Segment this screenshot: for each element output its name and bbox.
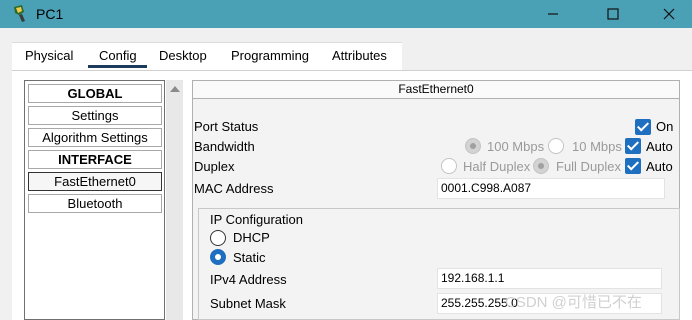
bandwidth-10-radio[interactable]	[548, 138, 564, 154]
static-radio[interactable]	[210, 249, 226, 265]
panel-title: FastEthernet0	[193, 81, 679, 99]
mac-address-label: MAC Address	[194, 181, 274, 196]
duplex-full-radio[interactable]	[533, 158, 549, 174]
sidebar: GLOBAL Settings Algorithm Settings INTER…	[24, 80, 165, 320]
duplex-full-label: Full Duplex	[556, 159, 622, 174]
ipv4-address-label: IPv4 Address	[210, 272, 287, 287]
tab-bar: Physical Config Desktop Programming Attr…	[0, 28, 692, 72]
scroll-up-arrow-icon[interactable]	[170, 86, 180, 92]
packet-tracer-pc-icon	[10, 4, 30, 24]
sidebar-header-interface[interactable]: INTERFACE	[28, 150, 162, 169]
sidebar-item-bluetooth[interactable]: Bluetooth	[28, 194, 162, 213]
dhcp-radio[interactable]	[210, 230, 226, 246]
bandwidth-label: Bandwidth	[194, 139, 255, 154]
tab-programming[interactable]: Programming	[231, 48, 309, 63]
duplex-half-label: Half Duplex	[463, 159, 531, 174]
duplex-label: Duplex	[194, 159, 235, 174]
bandwidth-10-label: 10 Mbps	[572, 139, 622, 154]
port-status-on-checkbox[interactable]	[635, 119, 651, 135]
sidebar-scrollbar[interactable]	[166, 80, 183, 320]
bandwidth-auto-label: Auto	[646, 139, 673, 154]
sidebar-item-settings[interactable]: Settings	[28, 106, 162, 125]
title-bar: PC1	[0, 0, 692, 28]
maximize-button[interactable]	[590, 0, 636, 28]
duplex-auto-label: Auto	[646, 159, 673, 174]
tab-desktop[interactable]: Desktop	[159, 48, 207, 63]
port-status-on-label: On	[656, 119, 674, 134]
bandwidth-100-radio[interactable]	[465, 138, 481, 154]
bandwidth-100-label: 100 Mbps	[487, 139, 545, 154]
ip-configuration-label: IP Configuration	[210, 212, 303, 227]
sidebar-item-algorithm-settings[interactable]: Algorithm Settings	[28, 128, 162, 147]
tab-physical[interactable]: Physical	[25, 48, 73, 63]
duplex-half-radio[interactable]	[441, 158, 457, 174]
sidebar-header-global[interactable]: GLOBAL	[28, 84, 162, 103]
duplex-auto-checkbox[interactable]	[625, 158, 641, 174]
port-status-label: Port Status	[194, 119, 259, 134]
tab-config[interactable]: Config	[99, 48, 137, 63]
window-title: PC1	[36, 6, 64, 22]
ipv4-address-field[interactable]: 192.168.1.1	[437, 268, 662, 289]
sidebar-item-fastethernet0[interactable]: FastEthernet0	[28, 172, 162, 191]
subnet-mask-label: Subnet Mask	[210, 296, 286, 311]
minimize-button[interactable]	[530, 0, 576, 28]
active-tab-indicator	[88, 65, 147, 68]
static-label: Static	[233, 250, 266, 265]
tab-attributes[interactable]: Attributes	[332, 48, 387, 63]
dhcp-label: DHCP	[233, 230, 270, 245]
bandwidth-auto-checkbox[interactable]	[625, 138, 641, 154]
watermark: CSDN @可惜已不在	[505, 294, 642, 311]
close-button[interactable]	[646, 0, 692, 28]
mac-address-field[interactable]: 0001.C998.A087	[437, 178, 665, 199]
